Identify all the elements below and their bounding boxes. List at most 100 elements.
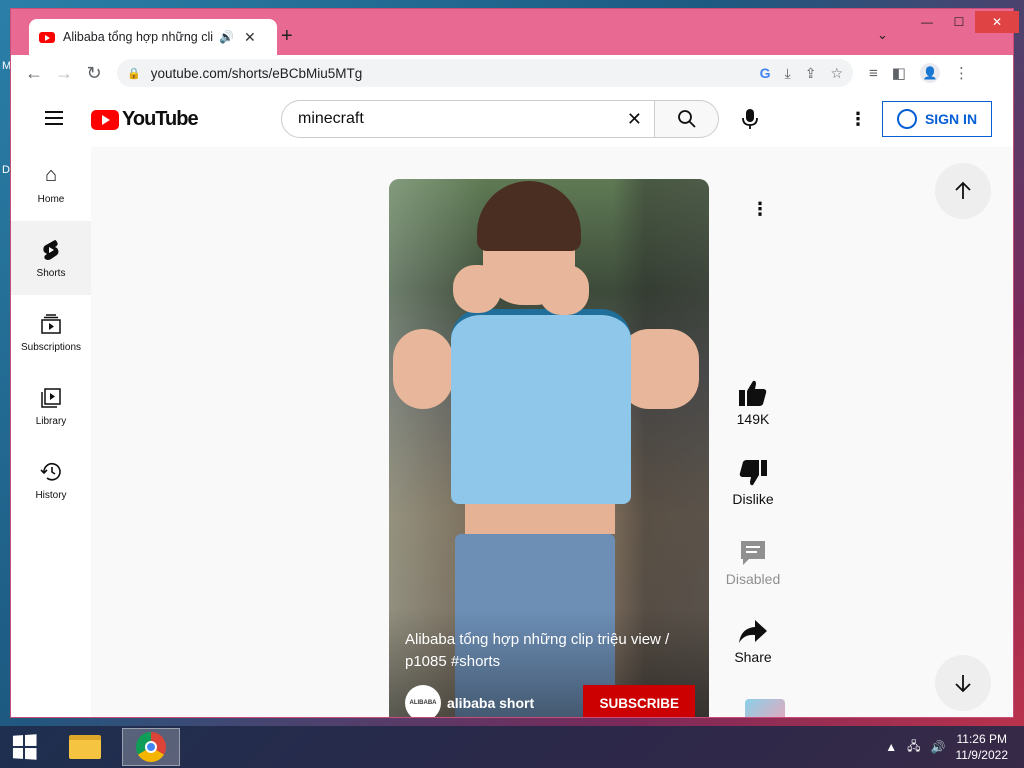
search-button[interactable] [655, 100, 719, 138]
home-icon: ⌂ [44, 164, 58, 186]
clear-search-icon[interactable]: ✕ [627, 109, 642, 130]
channel-avatar[interactable]: ALIBABA [405, 685, 441, 717]
thumbs-down-icon [739, 460, 767, 486]
browser-window: Alibaba tổng hợp những clip triệu view 🔊… [10, 8, 1019, 718]
chevron-down-icon[interactable]: ⌄ [877, 27, 888, 43]
media-control-icon[interactable]: ≡ [869, 65, 878, 82]
comments-button: Disabled [723, 539, 783, 587]
folder-icon [69, 735, 101, 759]
sign-in-button[interactable]: SIGN IN [882, 101, 992, 137]
dislike-button[interactable]: Dislike [723, 459, 783, 507]
network-icon[interactable]: 🖧 [907, 737, 920, 758]
video-figure [539, 265, 589, 315]
back-button[interactable]: ← [19, 58, 49, 88]
url-text[interactable]: youtube.com/shorts/eBCbMiu5MTg [151, 66, 760, 81]
close-tab-icon[interactable]: ✕ [244, 29, 256, 46]
minimize-button[interactable]: — [911, 11, 943, 33]
arrow-up-icon [955, 181, 971, 199]
forward-button[interactable]: → [49, 58, 79, 88]
volume-icon[interactable]: 🔊 [931, 740, 946, 754]
short-video-player[interactable]: Alibaba tổng hợp những clip triệu view /… [389, 179, 709, 717]
subscriptions-icon [41, 312, 61, 336]
more-options-icon[interactable]: ⋮ [751, 199, 769, 220]
sign-in-label: SIGN IN [924, 111, 978, 127]
chevron-up-icon[interactable]: ▲ [885, 740, 897, 754]
subscribe-button[interactable]: SUBSCRIBE [583, 685, 695, 717]
video-figure [465, 504, 615, 534]
reload-button[interactable]: ↻ [79, 58, 109, 88]
sidebar-item-label: History [35, 489, 67, 501]
sound-thumbnail[interactable] [745, 699, 785, 717]
clock-date: 11/9/2022 [955, 748, 1009, 762]
comments-label: Disabled [725, 571, 781, 587]
share-icon [739, 620, 767, 643]
search-input[interactable] [298, 110, 627, 128]
clock-time: 11:26 PM [956, 732, 1007, 746]
search-bar: ✕ [281, 100, 719, 138]
google-translate-icon[interactable]: G [760, 65, 771, 82]
sidebar-item-label: Subscriptions [20, 341, 82, 353]
like-count: 149K [736, 411, 770, 427]
desktop-edge-letter: D [2, 164, 10, 176]
video-figure [393, 329, 453, 409]
user-icon [896, 109, 917, 129]
sidebar-item-library[interactable]: Library [11, 369, 91, 443]
taskbar: ▲ 🖧 🔊 11:26 PM 11/9/2022 [0, 726, 1024, 768]
browser-tab[interactable]: Alibaba tổng hợp những clip triệu view 🔊… [29, 19, 277, 55]
tab-strip: Alibaba tổng hợp những clip triệu view 🔊… [11, 9, 1019, 55]
system-tray: ▲ 🖧 🔊 11:26 PM 11/9/2022 [885, 726, 1008, 768]
short-title[interactable]: Alibaba tổng hợp những clip triệu view /… [405, 629, 701, 673]
share-label: Share [734, 649, 772, 665]
shorts-icon [42, 238, 60, 262]
video-figure [619, 329, 699, 409]
search-icon [677, 110, 696, 128]
close-window-button[interactable]: ✕ [975, 11, 1019, 33]
start-button[interactable] [0, 726, 48, 768]
install-icon[interactable]: ⤓ [785, 65, 791, 82]
share-page-icon[interactable]: ⇪ [805, 65, 817, 82]
sidebar-item-label: Home [37, 193, 65, 205]
chrome-icon [136, 732, 166, 762]
library-icon [41, 386, 61, 410]
channel-row: ALIBABA alibaba short SUBSCRIBE [405, 685, 695, 717]
clock[interactable]: 11:26 PM 11/9/2022 [956, 731, 1009, 763]
sidebar-item-label: Library [35, 415, 67, 427]
taskbar-file-explorer[interactable] [56, 728, 114, 766]
side-panel-icon[interactable]: ◧ [892, 64, 906, 82]
search-field[interactable]: ✕ [281, 100, 655, 138]
profile-icon[interactable]: 👤 [919, 63, 940, 83]
previous-short-button[interactable] [935, 163, 991, 219]
settings-menu-icon[interactable]: ⋮ [849, 109, 867, 130]
sidebar: ⌂ Home Shorts Subscriptions Library Hist… [11, 147, 91, 717]
lock-icon: 🔒 [127, 67, 141, 80]
tab-title: Alibaba tổng hợp những clip triệu view [63, 30, 213, 44]
sidebar-item-subscriptions[interactable]: Subscriptions [11, 295, 91, 369]
address-bar[interactable]: 🔒 youtube.com/shorts/eBCbMiu5MTg G ⤓ ⇪ ☆ [117, 59, 853, 87]
sidebar-item-shorts[interactable]: Shorts [11, 221, 91, 295]
browser-toolbar: ← → ↻ 🔒 youtube.com/shorts/eBCbMiu5MTg G… [11, 55, 1013, 91]
window-controls: — ☐ ✕ [911, 11, 1019, 33]
youtube-logo[interactable]: YouTube [91, 108, 199, 131]
thumbs-up-icon [739, 380, 767, 406]
dislike-label: Dislike [732, 491, 774, 507]
logo-text: YouTube [122, 108, 199, 130]
youtube-play-icon [91, 109, 119, 130]
next-short-button[interactable] [935, 655, 991, 711]
voice-search-button[interactable] [735, 104, 765, 134]
maximize-button[interactable]: ☐ [943, 11, 975, 33]
speaker-icon[interactable]: 🔊 [219, 30, 234, 44]
sidebar-item-home[interactable]: ⌂ Home [11, 147, 91, 221]
history-icon [40, 460, 62, 484]
share-button[interactable]: Share [723, 619, 783, 665]
taskbar-chrome[interactable] [122, 728, 180, 766]
youtube-header: YouTube ✕ [11, 91, 1013, 147]
sidebar-item-history[interactable]: History [11, 443, 91, 517]
browser-menu-icon[interactable]: ⋮ [954, 64, 969, 82]
bookmark-star-icon[interactable]: ☆ [830, 65, 843, 82]
new-tab-button[interactable]: + [281, 25, 293, 48]
menu-icon[interactable] [45, 111, 63, 129]
windows-icon [12, 734, 37, 760]
channel-name[interactable]: alibaba short [447, 695, 583, 711]
like-button[interactable]: 149K [723, 379, 783, 427]
microphone-icon [742, 109, 758, 129]
